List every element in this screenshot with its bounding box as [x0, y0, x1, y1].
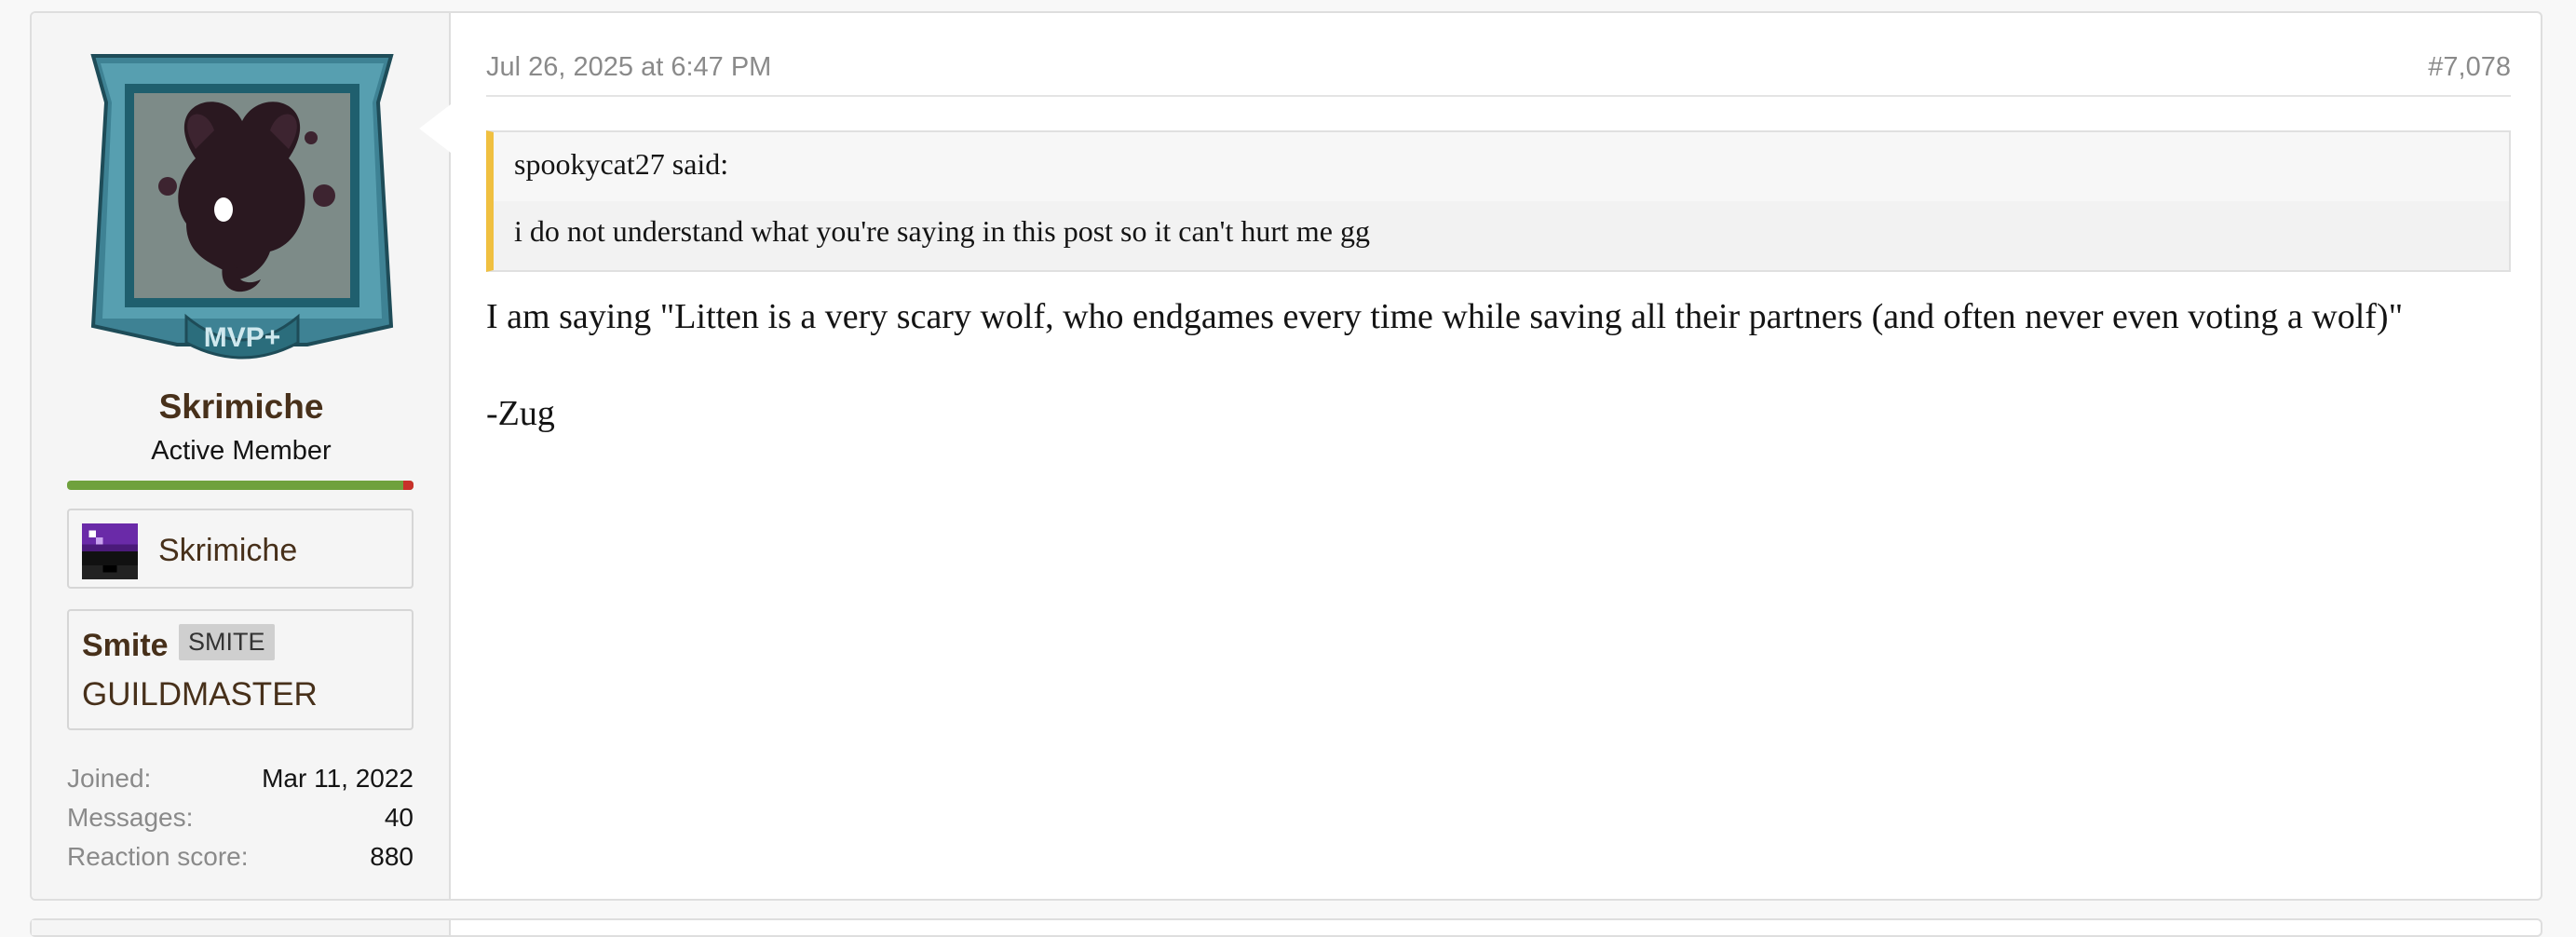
stat-reaction-score: Reaction score: 880 — [67, 842, 414, 881]
quote-text: i do not understand what you're saying i… — [514, 214, 1370, 248]
message-body: I am saying "Litten is a very scary wolf… — [486, 292, 2511, 438]
minecraft-account-box[interactable]: Skrimiche — [67, 509, 414, 589]
stat-messages: Messages: 40 — [67, 803, 414, 842]
post-meta: Jul 26, 2025 at 6:47 PM #7,078 — [486, 50, 2511, 97]
user-info-panel: MVP+ Skrimiche Active Member Skrimiche S… — [32, 13, 451, 899]
rank-badge-text: MVP+ — [204, 322, 281, 353]
post-date[interactable]: Jul 26, 2025 at 6:47 PM — [486, 52, 771, 83]
post-number-link[interactable]: #7,078 — [2428, 52, 2511, 83]
message-signature: -Zug — [486, 394, 555, 433]
post-content: Jul 26, 2025 at 6:47 PM #7,078 spookycat… — [486, 13, 2511, 899]
quote-author[interactable]: spookycat27 said: — [514, 147, 728, 182]
username[interactable]: Skrimiche — [32, 387, 451, 427]
guild-tag-badge: SMITE — [179, 624, 275, 660]
forum-post: MVP+ Skrimiche Active Member Skrimiche S… — [30, 11, 2542, 901]
stat-label: Joined: — [67, 764, 152, 793]
guild-box[interactable]: Smite SMITE GUILDMASTER — [67, 609, 414, 730]
stat-value: Mar 11, 2022 — [262, 764, 414, 793]
stat-label: Messages: — [67, 803, 194, 832]
minecraft-head-icon — [82, 523, 138, 579]
guild-name: Smite — [82, 628, 169, 663]
stat-value[interactable]: 40 — [385, 803, 414, 842]
quote-block: spookycat27 said: i do not understand wh… — [486, 130, 2511, 272]
user-avatar[interactable]: MVP+ — [84, 47, 400, 363]
user-title: Active Member — [151, 436, 332, 466]
next-post-user-panel — [32, 920, 451, 935]
minecraft-username: Skrimiche — [158, 533, 298, 568]
reputation-bar — [67, 481, 414, 490]
stat-value: 880 — [370, 842, 414, 871]
next-post-edge — [30, 918, 2542, 937]
reputation-negative-segment — [402, 481, 414, 490]
user-stats: Joined: Mar 11, 2022 Messages: 40 Reacti… — [67, 764, 414, 881]
message-pointer-arrow — [419, 104, 451, 153]
stat-label: Reaction score: — [67, 842, 249, 871]
guild-rank: GUILDMASTER — [82, 676, 318, 713]
message-paragraph: I am saying "Litten is a very scary wolf… — [486, 297, 2404, 336]
quote-body: i do not understand what you're saying i… — [494, 201, 2509, 270]
stat-joined: Joined: Mar 11, 2022 — [67, 764, 414, 803]
